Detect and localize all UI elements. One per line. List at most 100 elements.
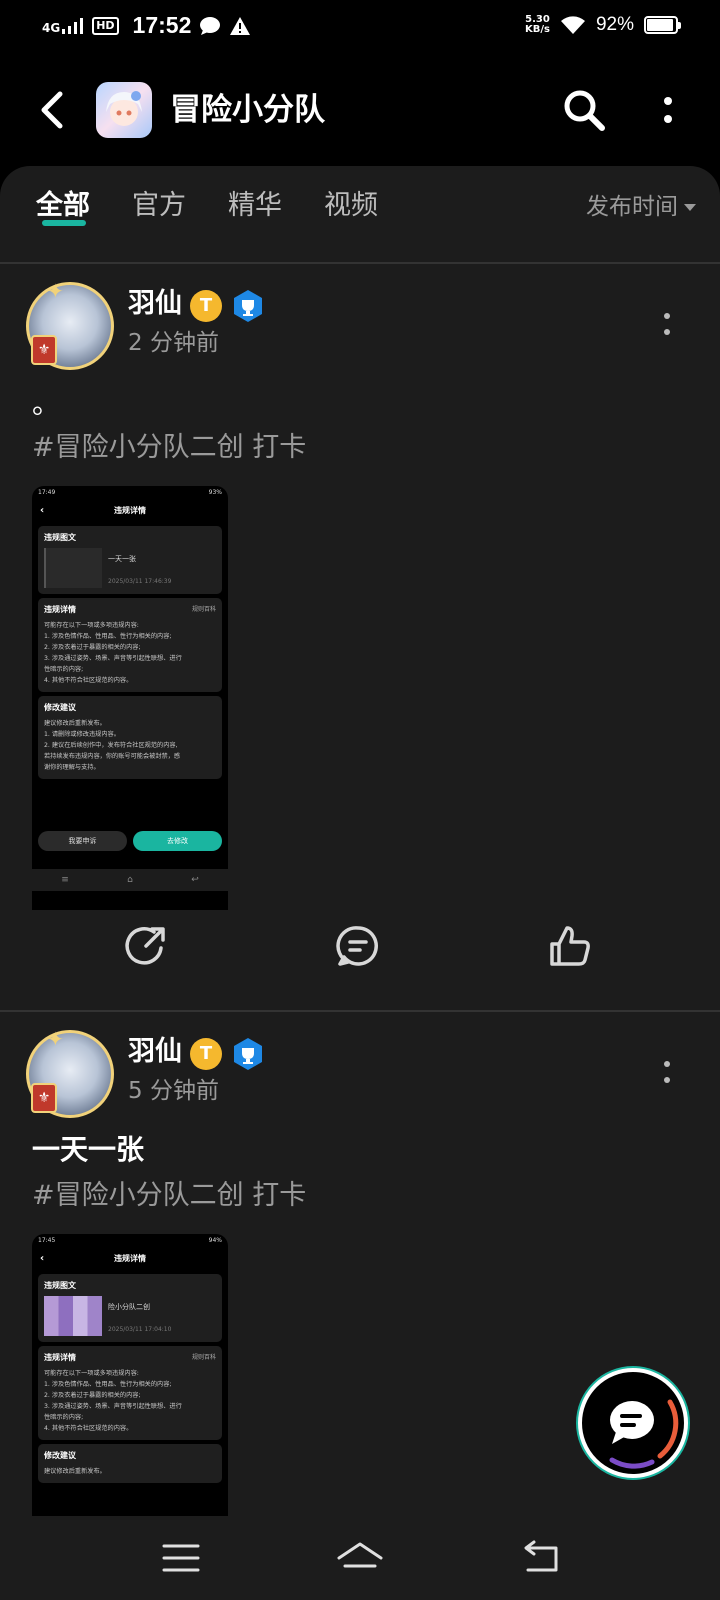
thumb-item-date: 2025/03/11 17:04:10: [108, 1326, 172, 1333]
like-icon[interactable]: [548, 924, 592, 968]
trophy-badge-icon: [234, 1038, 262, 1070]
thumb-preview: [44, 548, 102, 588]
search-button[interactable]: [560, 86, 608, 134]
thumb-line: 建议修改后重新发布。: [44, 1468, 106, 1475]
thumb-appeal-button: 我要申诉: [38, 831, 127, 851]
thumb-card-title: 修改建议: [44, 1451, 76, 1460]
thumb-line: 建议修改后重新发布。: [44, 720, 106, 727]
post-actions: [0, 916, 720, 976]
caret-down-icon: [684, 203, 696, 211]
thumb-item-date: 2025/03/11 17:46:39: [108, 578, 172, 585]
back-nav-icon[interactable]: [516, 1536, 566, 1580]
signal-icon: 4G: [42, 17, 84, 35]
status-left: 4G HD 17:52: [42, 12, 251, 39]
star-icon: ✦: [47, 279, 64, 303]
tab-indicator: [42, 220, 86, 226]
thumb-card-title: 违规详情: [44, 605, 76, 614]
thumb-card-link: 规则百科: [191, 606, 216, 613]
thumb-card-content: 违规图文 一天一张 2025/03/11 17:46:39: [38, 526, 222, 594]
thumb-line: 1. 请删除或修改违规内容。: [44, 731, 120, 738]
thumb-card-details: 违规详情 规则百科 可能存在以下一项或多项违规内容: 1. 涉及色情作品、性用品…: [38, 1346, 222, 1440]
thumb-line: 可能存在以下一项或多项违规内容:: [44, 622, 139, 629]
thumb-line: 1. 涉及色情作品、性用品、性行为相关的内容;: [44, 1381, 172, 1388]
post-text: 。: [32, 387, 61, 420]
comment-icon[interactable]: [336, 924, 380, 968]
post-text: 一天一张: [32, 1133, 145, 1166]
post-more-button[interactable]: [652, 304, 682, 344]
post-time: 2 分钟前: [128, 330, 219, 356]
battery-icon: [644, 16, 681, 34]
thumb-edit-button: 去修改: [133, 831, 222, 851]
post-more-button[interactable]: [652, 1052, 682, 1092]
thumb-battery: 93%: [208, 489, 222, 496]
thumb-nav-bar: ≡ ⌂ ↩: [32, 869, 228, 891]
share-icon[interactable]: [124, 924, 168, 968]
tab-video[interactable]: 视频: [324, 186, 378, 226]
content-panel: 全部 官方 精华 视频 发布时间 ✦ ⚜ 羽仙 T 2 分钟前 。 #冒险小分队…: [0, 166, 720, 1516]
thumb-line: 性暗示的内容;: [44, 1414, 84, 1421]
thumb-item-title: 一天一张: [108, 555, 136, 563]
avatar[interactable]: ✦ ⚜: [26, 279, 114, 370]
post-card[interactable]: ✦ ⚜ 羽仙 T 2 分钟前 。 #冒险小分队二创 打卡 17:49 93% ‹…: [0, 264, 720, 1010]
star-icon: ✦: [47, 1027, 64, 1051]
thumb-card-title: 违规详情: [44, 1353, 76, 1362]
community-avatar[interactable]: [96, 82, 152, 138]
thumb-header: ‹ 违规详情: [32, 500, 228, 522]
username[interactable]: 羽仙: [128, 284, 182, 324]
tab-official[interactable]: 官方: [132, 186, 186, 226]
status-bar: 4G HD 17:52 5.30 KB/s 92%: [0, 0, 720, 56]
thumb-card-suggestion: 修改建议 建议修改后重新发布。 1. 请删除或修改违规内容。 2. 建议在后续创…: [38, 696, 222, 779]
thumb-status-bar: 17:49 93%: [32, 486, 228, 500]
post-tag[interactable]: #冒险小分队二创 打卡: [32, 428, 306, 468]
thumb-card-content: 违规图文 险小分队二创 2025/03/11 17:04:10: [38, 1274, 222, 1342]
thumb-line: 2. 涉及衣着过于暴露的相关的内容;: [44, 1392, 141, 1399]
thumb-status-bar: 17:45 94%: [32, 1234, 228, 1248]
thumb-header: ‹ 违规详情: [32, 1248, 228, 1270]
tab-bar: 全部 官方 精华 视频 发布时间: [0, 166, 720, 264]
home-icon[interactable]: [335, 1536, 385, 1580]
battery-percent: 92%: [595, 14, 634, 35]
more-options-button[interactable]: [648, 86, 688, 134]
trophy-badge-icon: [234, 290, 262, 322]
avatar[interactable]: ✦ ⚜: [26, 1027, 114, 1118]
chat-bubble-icon: [200, 16, 221, 35]
thumb-menu-icon: ≡: [61, 875, 69, 885]
network-speed: 5.30 KB/s: [525, 15, 550, 35]
rank-badge-icon: ⚜: [31, 1083, 57, 1113]
status-time: 17:52: [132, 12, 192, 38]
signal-bars-icon: [62, 17, 84, 34]
thumb-line: 2. 建议在后续创作中，发布符合社区规范的内容,: [44, 742, 178, 749]
thumb-time: 17:45: [38, 1237, 56, 1244]
username[interactable]: 羽仙: [128, 1032, 182, 1072]
thumb-line: 3. 涉及通过姿势、场景、声音等引起性联想、进行: [44, 1403, 182, 1410]
post-image[interactable]: 17:49 93% ‹ 违规详情 违规图文 一天一张 2025/03/11 17…: [32, 486, 228, 910]
battery-fill: [647, 19, 673, 31]
thumb-line: 谢你的理解与支持。: [44, 764, 100, 771]
thumb-line: 2. 涉及衣着过于暴露的相关的内容;: [44, 644, 141, 651]
tab-featured[interactable]: 精华: [228, 186, 282, 226]
thumb-card-link: 规则百科: [191, 1354, 216, 1361]
post-image[interactable]: 17:45 94% ‹ 违规详情 违规图文 险小分队二创 2025/03/11 …: [32, 1234, 228, 1516]
system-nav-bar: [0, 1516, 720, 1600]
hd-badge: HD: [92, 16, 119, 35]
compose-fab[interactable]: [578, 1368, 688, 1478]
back-button[interactable]: [34, 86, 74, 134]
thumb-buttons: 我要申诉 去修改: [38, 831, 222, 851]
thumb-line: 可能存在以下一项或多项违规内容:: [44, 1370, 139, 1377]
thumb-back-nav-icon: ↩: [191, 875, 199, 885]
top-app-bar: 冒险小分队: [0, 56, 720, 164]
menu-icon[interactable]: [156, 1536, 206, 1580]
sort-dropdown[interactable]: 发布时间: [586, 190, 696, 224]
thumb-title: 违规详情: [114, 1254, 146, 1263]
network-type: 4G: [42, 20, 61, 35]
chat-compose-icon: [609, 1399, 679, 1469]
anime-girl-icon: [106, 91, 142, 126]
post-tag[interactable]: #冒险小分队二创 打卡: [32, 1176, 306, 1216]
rank-badge-icon: ⚜: [31, 335, 57, 365]
thumb-line: 性暗示的内容;: [44, 666, 84, 673]
thumb-back-icon: ‹: [40, 1253, 45, 1264]
thumb-line: 4. 其他不符合社区规范的内容。: [44, 677, 133, 684]
thumb-card-details: 违规详情 规则百科 可能存在以下一项或多项违规内容: 1. 涉及色情作品、性用品…: [38, 598, 222, 692]
thumb-title: 违规详情: [114, 506, 146, 515]
page-title: 冒险小分队: [170, 92, 325, 128]
